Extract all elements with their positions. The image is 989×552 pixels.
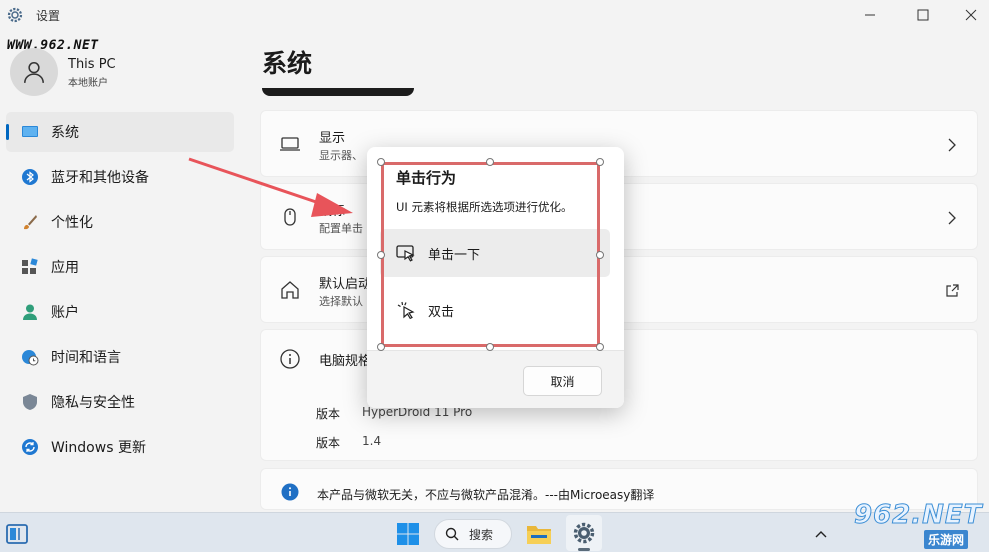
user-name: This PC [68,57,116,72]
spec-label: 版本 [316,436,341,450]
resize-handle[interactable] [596,251,604,259]
card-subtitle: 选择默认 [319,295,363,308]
sidebar-item-label: 应用 [51,260,79,276]
banner-image [262,88,414,96]
search-label: 搜索 [469,527,494,542]
page-title: 系统 [262,49,313,78]
start-icon[interactable] [396,522,420,546]
title-bar: 设置 [0,0,989,30]
maximize-button[interactable] [900,2,946,28]
sidebar-item-windows-update[interactable]: Windows 更新 [6,427,234,467]
avatar[interactable] [10,48,58,96]
monitor-icon [21,123,39,141]
widgets-icon[interactable] [6,523,28,545]
resize-handle[interactable] [486,343,494,351]
close-icon [965,9,977,21]
globe-clock-icon [21,348,39,366]
home-icon [279,279,301,301]
minimize-button[interactable] [847,2,893,28]
account-type: 本地账户 [68,78,108,89]
cancel-button[interactable]: 取消 [523,366,602,396]
refresh-icon [21,438,39,456]
resize-handle[interactable] [377,251,385,259]
laptop-icon [279,133,301,155]
sidebar-item-apps[interactable]: 应用 [6,247,234,287]
sidebar-item-accounts[interactable]: 账户 [6,292,234,332]
card-title: 默认启动 [319,277,372,292]
sidebar-item-time-language[interactable]: 时间和语言 [6,337,234,377]
apps-icon [21,258,39,276]
annotation-selection-box [381,162,600,347]
watermark-logo-text: 962.NET [853,500,983,531]
taskbar-search[interactable]: 搜索 [434,519,512,549]
maximize-icon [917,9,929,21]
annotation-arrow [188,157,353,217]
watermark-logo-sub: 乐游网 [924,530,969,549]
resize-handle[interactable] [596,158,604,166]
shield-icon [21,393,39,411]
resize-handle[interactable] [486,158,494,166]
gear-icon [573,522,595,544]
info-icon [279,348,301,370]
search-icon [445,527,459,541]
file-explorer-icon[interactable] [526,521,552,547]
sidebar-item-label: 蓝牙和其他设备 [51,170,149,186]
sidebar-item-privacy[interactable]: 隐私与安全性 [6,382,234,422]
resize-handle[interactable] [596,343,604,351]
external-link-icon [945,283,959,297]
settings-gear-icon [6,6,24,24]
minimize-icon [865,14,875,16]
info-filled-icon [281,483,299,501]
card-title: 显示 [319,131,346,146]
sidebar-item-label: 个性化 [51,215,93,231]
taskbar: 搜索 [0,512,989,552]
spec-label: 版本 [316,407,341,421]
taskbar-settings-app[interactable] [566,515,602,551]
disclaimer-text: 本产品与微软无关，不应与微软产品混淆。---由Microeasy翻译 [317,488,655,502]
person-icon [24,62,44,83]
sidebar-item-label: Windows 更新 [51,440,146,456]
resize-handle[interactable] [377,158,385,166]
watermark-logo: 962.NET 乐游网 [848,500,984,549]
spec-value: 1.4 [362,434,382,448]
chevron-right-icon [945,137,959,152]
chevron-up-icon[interactable] [814,526,828,540]
sidebar-item-label: 时间和语言 [51,350,121,366]
sidebar-item-label: 系统 [51,125,79,141]
window-title: 设置 [36,9,61,23]
sidebar-item-label: 隐私与安全性 [51,395,135,411]
person-icon [21,303,39,321]
close-button[interactable] [948,2,989,28]
sidebar-item-label: 账户 [51,305,79,321]
resize-handle[interactable] [377,343,385,351]
chevron-right-icon [945,210,959,225]
bluetooth-icon [21,168,39,186]
brush-icon [21,213,39,231]
card-title: 电脑规格 [319,354,372,369]
sidebar-item-system[interactable]: 系统 [6,112,234,152]
